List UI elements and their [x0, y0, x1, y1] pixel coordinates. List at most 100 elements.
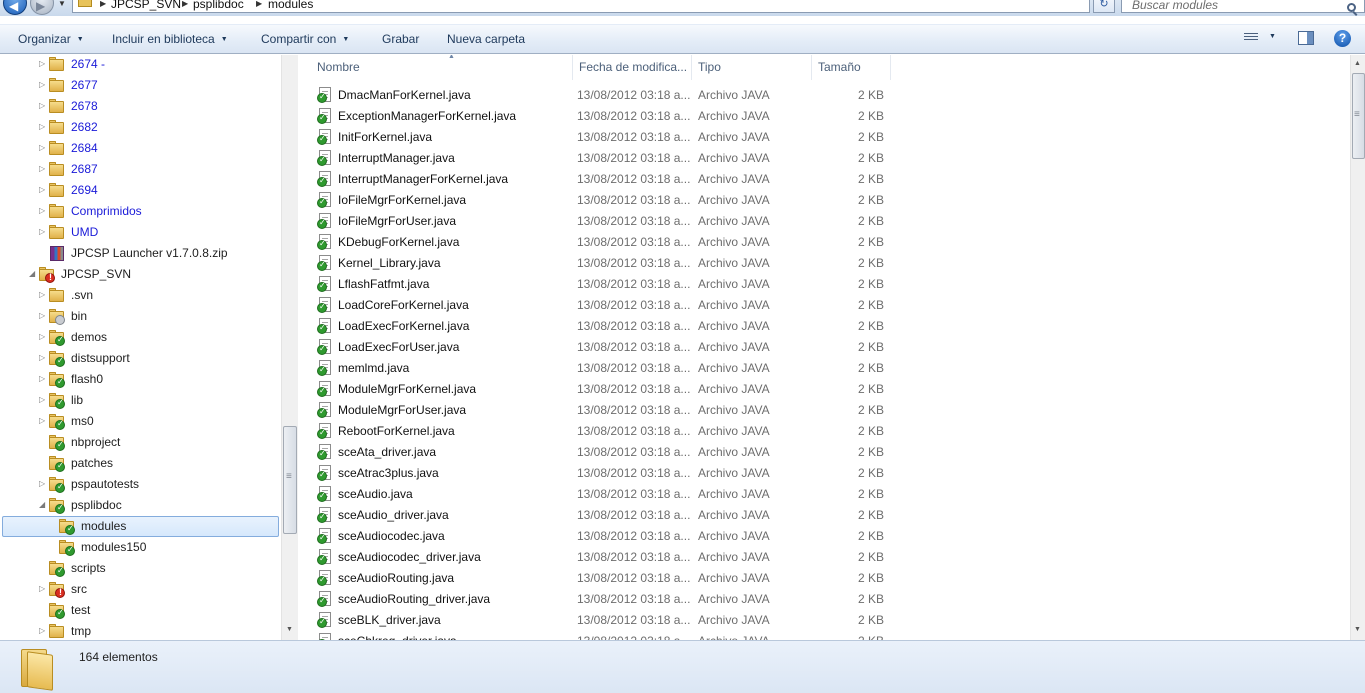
file-row[interactable]: InitForKernel.java 13/08/2012 03:18 a... A… — [311, 127, 891, 148]
expand-arrow-icon[interactable]: ▷ — [39, 164, 48, 173]
tree-item[interactable]: ◢ JPCSP_SVN — [0, 264, 281, 285]
file-row[interactable]: memlmd.java 13/08/2012 03:18 a... Archivo … — [311, 358, 891, 379]
tree-item[interactable]: ▷ bin — [0, 306, 281, 327]
file-row[interactable]: LoadExecForKernel.java 13/08/2012 03:18 a… — [311, 316, 891, 337]
file-list-scrollbar[interactable]: ▲ ▼ — [1350, 55, 1365, 640]
expand-arrow-icon[interactable]: ▷ — [39, 416, 48, 425]
scroll-up-arrow-icon[interactable]: ▲ — [1354, 60, 1361, 67]
help-button[interactable]: ? — [1334, 30, 1351, 47]
breadcrumb-psplibdoc[interactable]: psplibdoc — [193, 0, 244, 11]
new-folder-button[interactable]: Nueva carpeta — [447, 32, 525, 46]
column-header-size[interactable]: Tamaño — [812, 55, 891, 80]
include-in-library-button[interactable]: Incluir en biblioteca ▼ — [112, 32, 228, 46]
expand-arrow-icon[interactable]: ▷ — [39, 626, 48, 635]
address-field[interactable]: ▶ JPCSP_SVN ▶ psplibdoc ▶ modules ▼ — [72, 0, 1157, 13]
column-header-date[interactable]: Fecha de modifica... — [573, 55, 692, 80]
expand-arrow-icon[interactable]: ▷ — [39, 290, 48, 299]
scroll-down-arrow-icon[interactable]: ▼ — [286, 626, 293, 633]
tree-item[interactable]: ▷ ms0 — [0, 411, 281, 432]
column-header-name[interactable]: Nombre ▲ — [311, 55, 573, 80]
tree-item[interactable]: scripts — [0, 558, 281, 579]
tree-item[interactable]: ▷ Comprimidos — [0, 201, 281, 222]
refresh-button[interactable]: ↻ — [1093, 0, 1115, 13]
scrollbar-thumb[interactable] — [283, 426, 297, 534]
breadcrumb-separator-icon[interactable]: ▶ — [100, 0, 106, 8]
tree-item[interactable]: ▷ distsupport — [0, 348, 281, 369]
expand-arrow-icon[interactable]: ▷ — [39, 122, 48, 131]
column-header-type[interactable]: Tipo — [692, 55, 812, 80]
tree-item[interactable]: ▷ .svn — [0, 285, 281, 306]
breadcrumb-jpcsp-svn[interactable]: JPCSP_SVN — [111, 0, 181, 11]
tree-item[interactable]: modules — [0, 516, 281, 537]
file-row[interactable]: ExceptionManagerForKernel.java 13/08/2012… — [311, 106, 891, 127]
collapse-arrow-icon[interactable]: ◢ — [39, 500, 48, 509]
file-row[interactable]: sceBLK_driver.java 13/08/2012 03:18 a... A… — [311, 610, 891, 631]
change-view-icon[interactable] — [1244, 33, 1258, 44]
tree-item[interactable]: ▷ demos — [0, 327, 281, 348]
tree-item[interactable]: ▷ 2674 - — [0, 55, 281, 75]
scroll-down-arrow-icon[interactable]: ▼ — [1354, 626, 1361, 633]
search-icon[interactable] — [1347, 3, 1356, 12]
file-row[interactable]: ModuleMgrForKernel.java 13/08/2012 03:18 … — [311, 379, 891, 400]
breadcrumb-modules[interactable]: modules — [268, 0, 313, 11]
organize-menu-button[interactable]: Organizar ▼ — [18, 32, 84, 46]
file-row[interactable]: sceAta_driver.java 13/08/2012 03:18 a... A… — [311, 442, 891, 463]
expand-arrow-icon[interactable]: ▷ — [39, 101, 48, 110]
search-input[interactable] — [1132, 0, 1332, 12]
expand-arrow-icon[interactable]: ▷ — [39, 479, 48, 488]
breadcrumb-separator-icon[interactable]: ▶ — [182, 0, 188, 8]
tree-item[interactable]: test — [0, 600, 281, 621]
file-row[interactable]: sceAudio.java 13/08/2012 03:18 a... Archiv… — [311, 484, 891, 505]
chevron-down-icon[interactable]: ▼ — [1269, 33, 1276, 40]
search-box[interactable] — [1121, 0, 1365, 13]
expand-arrow-icon[interactable]: ▷ — [39, 311, 48, 320]
expand-arrow-icon[interactable]: ▷ — [39, 374, 48, 383]
tree-item[interactable]: ▷ UMD — [0, 222, 281, 243]
file-row[interactable]: sceAtrac3plus.java 13/08/2012 03:18 a... A… — [311, 463, 891, 484]
recent-pages-chevron-icon[interactable]: ▼ — [58, 0, 69, 12]
tree-item[interactable]: ▷ pspautotests — [0, 474, 281, 495]
navigation-scrollbar[interactable]: ▼ — [281, 55, 298, 640]
file-row[interactable]: InterruptManager.java 13/08/2012 03:18 a.… — [311, 148, 891, 169]
file-row[interactable]: sceAudioRouting.java 13/08/2012 03:18 a..… — [311, 568, 891, 589]
tree-item[interactable]: ▷ lib — [0, 390, 281, 411]
tree-item[interactable]: nbproject — [0, 432, 281, 453]
expand-arrow-icon[interactable]: ▷ — [39, 80, 48, 89]
expand-arrow-icon[interactable]: ▷ — [39, 206, 48, 215]
file-row[interactable]: KDebugForKernel.java 13/08/2012 03:18 a..… — [311, 232, 891, 253]
expand-arrow-icon[interactable]: ▷ — [39, 185, 48, 194]
file-row[interactable]: IoFileMgrForUser.java 13/08/2012 03:18 a.… — [311, 211, 891, 232]
file-row[interactable]: DmacManForKernel.java 13/08/2012 03:18 a.… — [311, 85, 891, 106]
file-row[interactable]: LflashFatfmt.java 13/08/2012 03:18 a... Ar… — [311, 274, 891, 295]
tree-item[interactable]: ▷ src — [0, 579, 281, 600]
file-row[interactable]: sceAudioRouting_driver.java 13/08/2012 03… — [311, 589, 891, 610]
expand-arrow-icon[interactable]: ▷ — [39, 59, 48, 68]
forward-button[interactable]: ▶ — [30, 0, 54, 15]
collapse-arrow-icon[interactable]: ◢ — [29, 269, 38, 278]
expand-arrow-icon[interactable]: ▷ — [39, 353, 48, 362]
tree-item[interactable]: patches — [0, 453, 281, 474]
preview-pane-button[interactable] — [1298, 31, 1314, 45]
expand-arrow-icon[interactable]: ▷ — [39, 584, 48, 593]
tree-item[interactable]: ▷ 2684 — [0, 138, 281, 159]
expand-arrow-icon[interactable]: ▷ — [39, 227, 48, 236]
file-row[interactable]: LoadExecForUser.java 13/08/2012 03:18 a..… — [311, 337, 891, 358]
file-row[interactable]: sceChkreg_driver.java13/08/2012 03:18 a.… — [311, 631, 891, 640]
tree-item[interactable]: ▷ 2687 — [0, 159, 281, 180]
tree-item[interactable]: ▷ flash0 — [0, 369, 281, 390]
tree-item[interactable]: modules150 — [0, 537, 281, 558]
breadcrumb-separator-icon[interactable]: ▶ — [256, 0, 262, 8]
tree-item[interactable]: ▷ tmp — [0, 621, 281, 640]
tree-item[interactable]: ◢ psplibdoc — [0, 495, 281, 516]
expand-arrow-icon[interactable]: ▷ — [39, 332, 48, 341]
file-row[interactable]: RebootForKernel.java 13/08/2012 03:18 a..… — [311, 421, 891, 442]
file-row[interactable]: ModuleMgrForUser.java 13/08/2012 03:18 a.… — [311, 400, 891, 421]
expand-arrow-icon[interactable]: ▷ — [39, 395, 48, 404]
share-with-button[interactable]: Compartir con ▼ — [261, 32, 349, 46]
expand-arrow-icon[interactable]: ▷ — [39, 143, 48, 152]
tree-item[interactable]: ▷ 2694 — [0, 180, 281, 201]
file-row[interactable]: sceAudiocodec.java 13/08/2012 03:18 a... A… — [311, 526, 891, 547]
burn-button[interactable]: Grabar — [382, 32, 419, 46]
scrollbar-thumb[interactable] — [1352, 73, 1365, 159]
tree-item[interactable]: ▷ 2677 — [0, 75, 281, 96]
